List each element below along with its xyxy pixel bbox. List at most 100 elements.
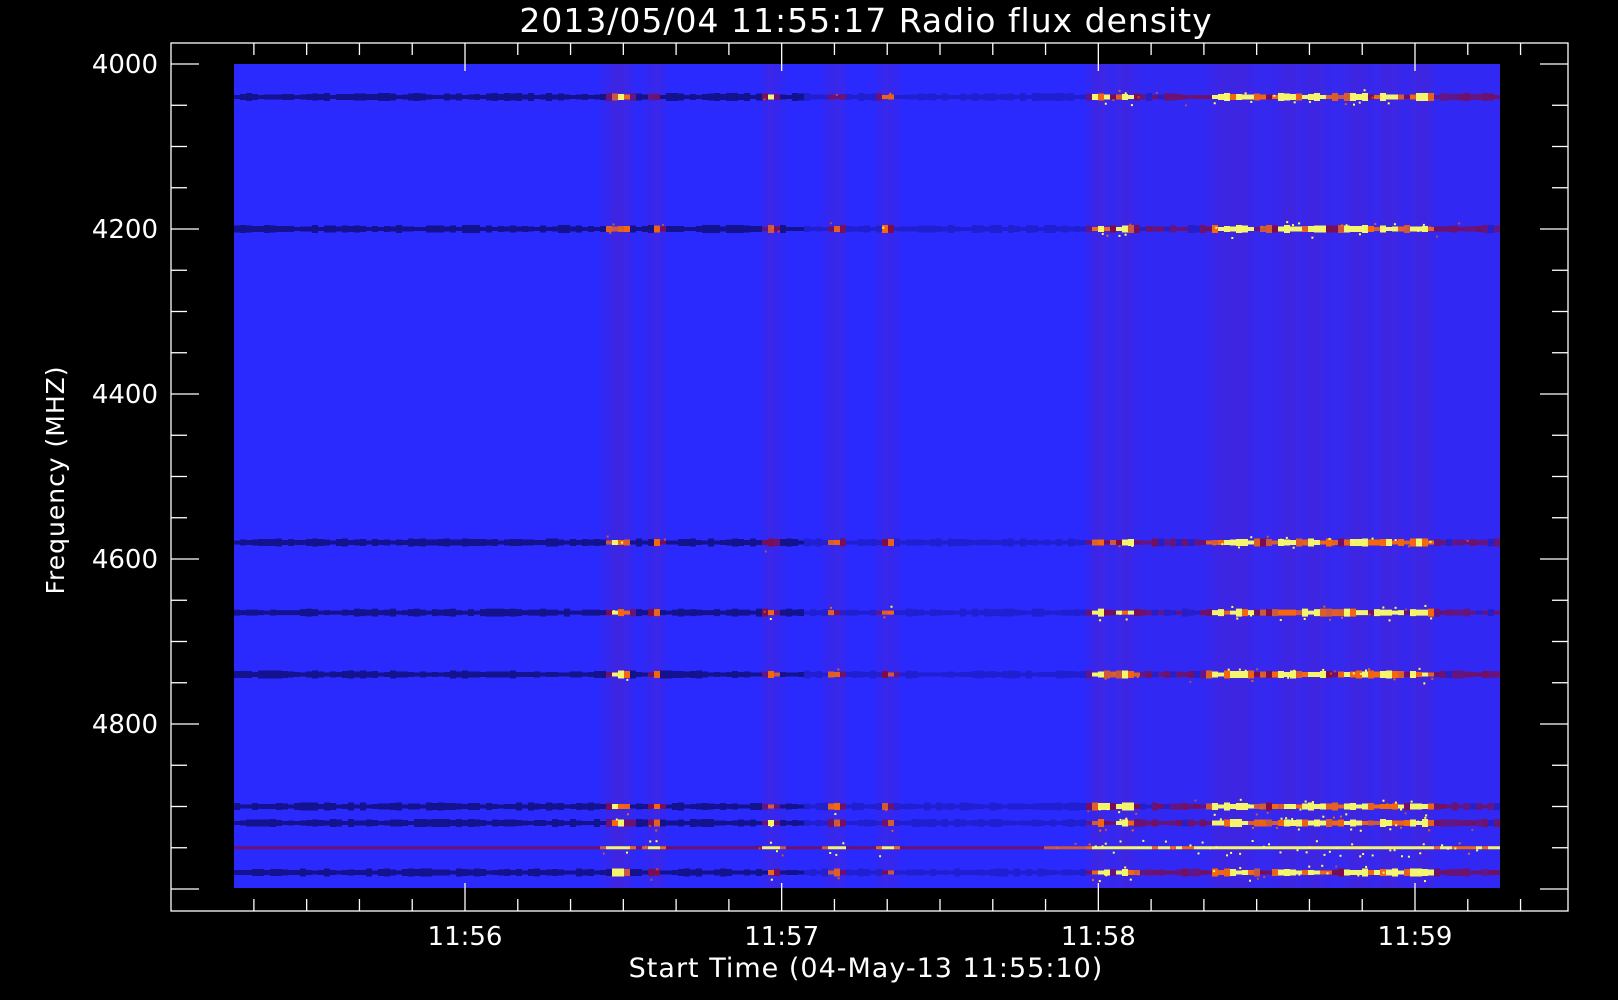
frequency-band-cell xyxy=(510,670,516,679)
frequency-band-cell xyxy=(360,820,366,826)
frequency-band-cell xyxy=(1014,821,1020,825)
frequency-band-cell xyxy=(384,672,390,677)
frequency-band-cell xyxy=(972,846,978,850)
frequency-band-cell xyxy=(1242,846,1248,850)
frequency-band-cell xyxy=(762,540,768,545)
frequency-band-cell xyxy=(1020,610,1026,616)
frequency-band-cell xyxy=(1392,540,1398,545)
frequency-band-cell xyxy=(1404,225,1410,233)
frequency-band-cell xyxy=(1254,846,1260,850)
frequency-band-cell xyxy=(600,226,606,232)
frequency-band-cell xyxy=(990,225,996,233)
frequency-band-cell xyxy=(954,95,960,99)
frequency-band-cell xyxy=(324,610,330,616)
burst-speck xyxy=(602,852,605,855)
frequency-band-cell xyxy=(1290,609,1296,616)
frequency-band-cell xyxy=(852,802,858,811)
frequency-band-cell xyxy=(678,93,684,101)
frequency-band-cell xyxy=(1266,225,1272,233)
frequency-band-cell xyxy=(1452,802,1458,811)
burst-speck xyxy=(1297,828,1300,831)
frequency-band-cell xyxy=(1128,870,1134,875)
frequency-band-cell xyxy=(336,870,342,875)
frequency-band-cell xyxy=(924,225,930,233)
frequency-band-cell xyxy=(1464,846,1470,850)
frequency-band-cell xyxy=(624,94,630,100)
burst-speck xyxy=(889,92,892,95)
activity-column xyxy=(1332,64,1338,888)
frequency-band-cell xyxy=(792,672,798,677)
frequency-band-cell xyxy=(1140,819,1146,827)
frequency-band-cell xyxy=(996,609,1002,617)
frequency-band-cell xyxy=(678,608,684,617)
frequency-band-cell xyxy=(888,846,894,850)
frequency-band-cell xyxy=(588,672,594,677)
burst-speck xyxy=(1262,845,1265,848)
frequency-band-cell xyxy=(846,226,852,232)
frequency-band-cell xyxy=(696,609,702,616)
frequency-band-cell xyxy=(906,869,912,876)
burst-speck xyxy=(1287,676,1290,679)
activity-column xyxy=(1200,64,1206,888)
frequency-band-cell xyxy=(552,609,558,616)
frequency-band-cell xyxy=(246,93,252,101)
frequency-band-cell xyxy=(378,93,384,101)
frequency-band-cell xyxy=(540,804,546,809)
frequency-band-cell xyxy=(336,94,342,100)
frequency-band-cell xyxy=(516,226,522,232)
burst-speck xyxy=(1221,543,1224,546)
frequency-band-cell xyxy=(552,803,558,810)
frequency-band-cell xyxy=(1026,610,1032,615)
frequency-band-cell xyxy=(1008,608,1014,617)
frequency-band-cell xyxy=(918,846,924,850)
frequency-band-cell xyxy=(1248,870,1254,875)
frequency-band-cell xyxy=(810,94,816,100)
frequency-band-cell xyxy=(1362,846,1368,850)
frequency-band-cell xyxy=(918,225,924,233)
frequency-band-cell xyxy=(348,819,354,827)
frequency-band-cell xyxy=(924,802,930,811)
frequency-band-cell xyxy=(1242,94,1248,100)
frequency-band-cell xyxy=(690,819,696,827)
frequency-band-cell xyxy=(870,609,876,616)
frequency-band-cell xyxy=(450,94,456,100)
frequency-band-cell xyxy=(960,819,966,827)
frequency-band-cell xyxy=(1314,225,1320,233)
frequency-band-cell xyxy=(1254,868,1260,877)
frequency-band-cell xyxy=(432,869,438,876)
frequency-band-cell xyxy=(594,671,600,678)
frequency-band-cell xyxy=(270,869,276,876)
frequency-band-cell xyxy=(1398,226,1404,232)
frequency-band-cell xyxy=(1056,670,1062,679)
frequency-band-cell xyxy=(1482,610,1488,615)
frequency-band-cell xyxy=(834,868,840,877)
burst-speck xyxy=(1236,93,1239,96)
frequency-band-cell xyxy=(816,671,822,678)
frequency-band-cell xyxy=(810,804,816,809)
frequency-band-cell xyxy=(780,804,786,809)
frequency-band-cell xyxy=(1224,819,1230,827)
frequency-band-cell xyxy=(1242,539,1248,546)
frequency-band-cell xyxy=(1470,226,1476,232)
frequency-band-cell xyxy=(444,609,450,617)
frequency-band-cell xyxy=(1080,609,1086,616)
frequency-band-cell xyxy=(444,803,450,810)
frequency-band-cell xyxy=(1218,804,1224,809)
activity-column xyxy=(1164,64,1170,888)
frequency-band-cell xyxy=(468,609,474,617)
x-tick-label: 11:58 xyxy=(1061,922,1136,952)
frequency-band-cell xyxy=(1128,225,1134,233)
frequency-band-cell xyxy=(420,671,426,678)
frequency-band-cell xyxy=(546,802,552,811)
activity-column xyxy=(1296,64,1302,888)
frequency-band-cell xyxy=(1248,610,1254,616)
frequency-band-cell xyxy=(648,819,654,827)
frequency-band-cell xyxy=(696,95,702,99)
frequency-band-cell xyxy=(1386,670,1392,679)
frequency-band-cell xyxy=(906,846,912,850)
burst-speck xyxy=(1417,820,1420,823)
burst-speck xyxy=(1419,543,1422,546)
frequency-band-cell xyxy=(1386,846,1392,850)
frequency-band-cell xyxy=(510,819,516,827)
frequency-band-cell xyxy=(366,227,372,231)
